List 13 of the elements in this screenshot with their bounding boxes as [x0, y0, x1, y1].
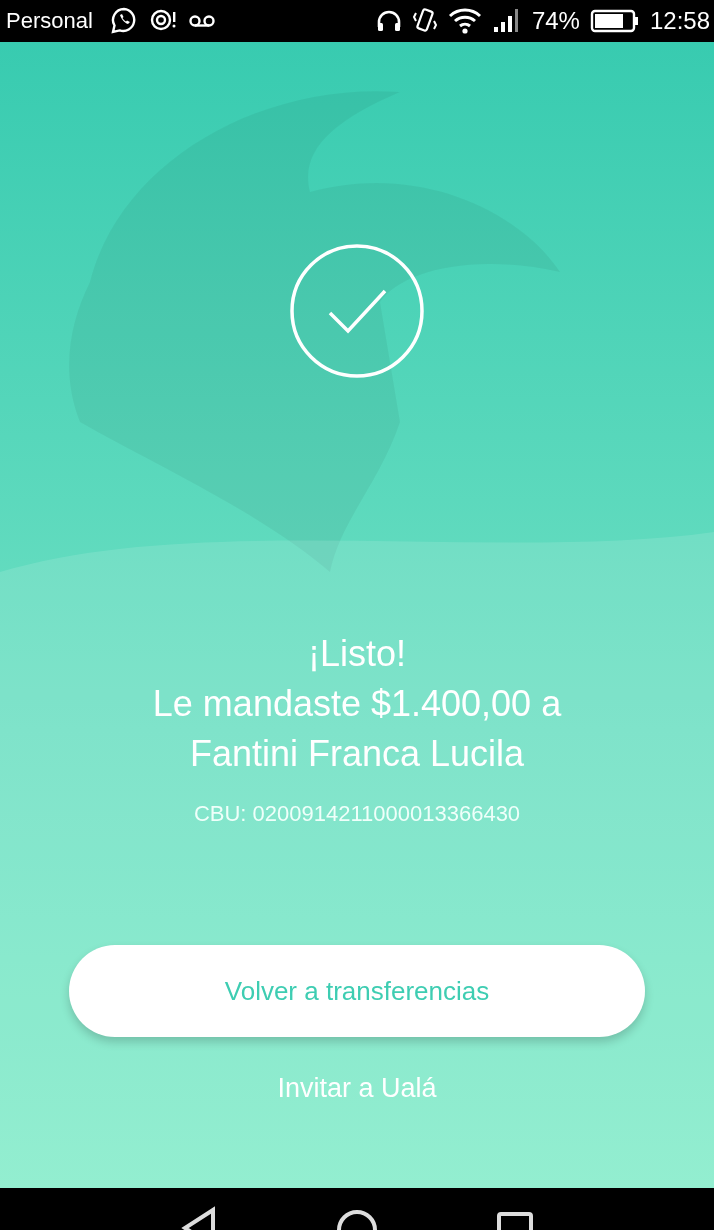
battery-percent: 74%: [531, 7, 580, 35]
transfer-message: Le mandaste $1.400,00 a Fantini Franca Lucila: [151, 682, 563, 776]
battery-icon: [589, 8, 640, 34]
vibrate-phone-icon: [411, 7, 438, 35]
wifi-icon: [447, 7, 482, 35]
carrier-name: Personal: [6, 8, 93, 34]
clock: 12:58: [649, 7, 710, 35]
back-to-transfers-button[interactable]: Volver a transferencias: [69, 945, 645, 1037]
cbu-number: CBU: 0200914211000013366430: [193, 801, 521, 827]
invite-link[interactable]: Invitar a Ualá: [269, 1069, 445, 1108]
success-title: ¡Listo!: [307, 632, 406, 676]
checkmark-circle-icon: [289, 243, 425, 379]
headphones-icon: [375, 9, 402, 33]
